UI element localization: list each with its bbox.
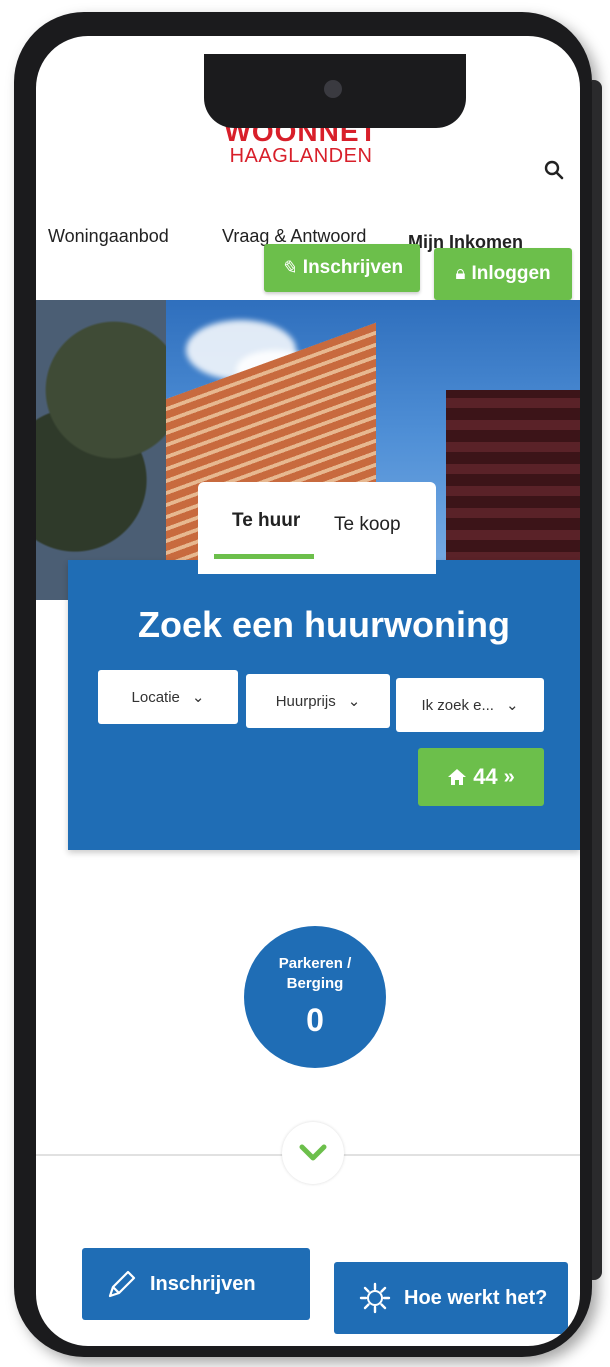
rent-price-select-label: Huurprijs xyxy=(275,692,336,710)
bottom-register-label: Inschrijven xyxy=(150,1272,256,1295)
results-count: 44 xyxy=(473,764,498,789)
pencil-icon xyxy=(108,1270,136,1298)
nav-item-woningaanbod[interactable]: Woningaanbod xyxy=(48,226,169,247)
location-select[interactable]: Locatie ⌄ xyxy=(98,670,238,724)
gear-icon xyxy=(359,1282,391,1314)
looking-for-select-label: Ik zoek e... xyxy=(421,696,494,714)
how-it-works-label: Hoe werkt het? xyxy=(404,1286,548,1309)
phone-frame: WOONNET HAAGLANDEN Woningaanbod Vraag & … xyxy=(14,12,592,1357)
tab-te-huur[interactable]: Te huur xyxy=(232,510,300,532)
tab-te-koop[interactable]: Te koop xyxy=(334,514,401,536)
home-icon xyxy=(448,769,467,785)
tree xyxy=(36,300,166,600)
pencil-icon: ✎ xyxy=(280,257,297,279)
looking-for-select[interactable]: Ik zoek e... ⌄ xyxy=(396,678,544,732)
search-tabs: Te huur Te koop xyxy=(198,482,436,574)
chevron-down-icon xyxy=(299,1144,327,1161)
scroll-down-button[interactable] xyxy=(282,1122,344,1184)
search-icon[interactable] xyxy=(544,160,566,182)
screen: WOONNET HAAGLANDEN Woningaanbod Vraag & … xyxy=(36,36,580,1346)
login-label: Inloggen xyxy=(471,263,551,284)
chevron-down-icon: ⌄ xyxy=(347,693,361,710)
stat-label-line1: Parkeren / xyxy=(278,955,352,972)
login-button[interactable]: 🔒︎ Inloggen xyxy=(434,248,572,300)
logo-line2: HAAGLANDEN xyxy=(229,145,373,167)
camera-icon xyxy=(324,80,342,98)
results-button[interactable]: 44 » xyxy=(418,748,544,806)
phone-side-edge xyxy=(592,80,602,1280)
stat-value: 0 xyxy=(306,1002,324,1038)
chevron-down-icon: ⌄ xyxy=(191,689,205,706)
search-panel: Zoek een huurwoning Locatie ⌄ Huurprijs … xyxy=(68,560,580,850)
how-it-works-button[interactable]: Hoe werkt het? xyxy=(334,1262,568,1334)
location-select-label: Locatie xyxy=(131,688,180,706)
notch xyxy=(204,54,466,128)
parking-storage-stat[interactable]: Parkeren / Berging 0 xyxy=(244,926,386,1068)
stat-label-line2: Berging xyxy=(286,975,344,992)
bottom-register-button[interactable]: Inschrijven xyxy=(82,1248,310,1320)
lock-icon: 🔒︎ xyxy=(455,263,466,284)
results-arrow: » xyxy=(503,765,515,788)
search-title: Zoek een huurwoning xyxy=(137,604,510,645)
chevron-down-icon: ⌄ xyxy=(505,697,519,714)
rent-price-select[interactable]: Huurprijs ⌄ xyxy=(246,674,390,728)
active-tab-indicator xyxy=(214,554,314,559)
register-button[interactable]: ✎ Inschrijven xyxy=(264,244,420,292)
register-label: Inschrijven xyxy=(302,257,404,278)
